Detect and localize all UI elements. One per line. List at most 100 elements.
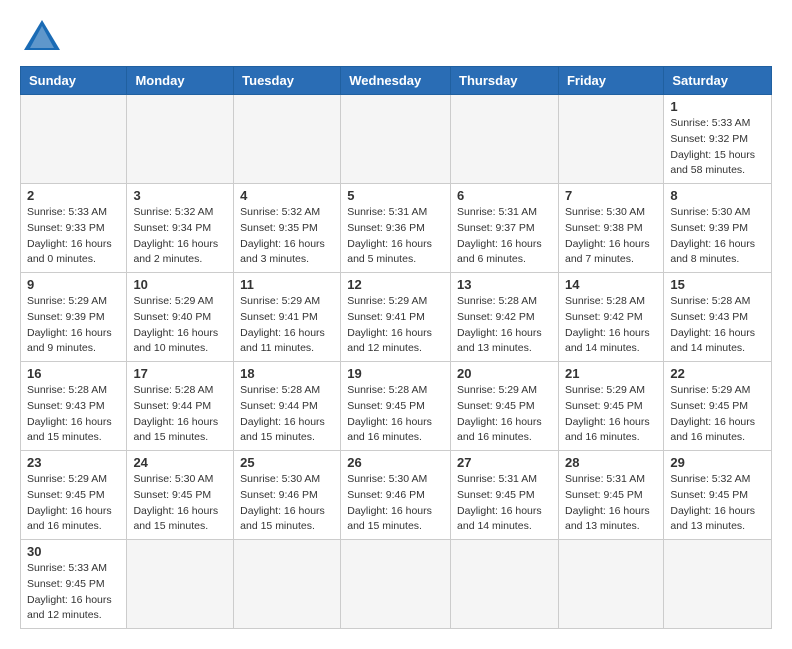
day-info: Sunrise: 5:28 AMSunset: 9:44 PMDaylight:… — [133, 383, 227, 446]
day-info: Sunrise: 5:32 AMSunset: 9:34 PMDaylight:… — [133, 205, 227, 268]
calendar-cell — [234, 540, 341, 629]
day-number: 1 — [670, 99, 765, 114]
calendar-cell: 24Sunrise: 5:30 AMSunset: 9:45 PMDayligh… — [127, 451, 234, 540]
weekday-header-friday: Friday — [558, 67, 663, 95]
week-row-1: 2Sunrise: 5:33 AMSunset: 9:33 PMDaylight… — [21, 184, 772, 273]
day-info: Sunrise: 5:33 AMSunset: 9:32 PMDaylight:… — [670, 116, 765, 179]
calendar-cell — [127, 540, 234, 629]
calendar-cell — [558, 540, 663, 629]
calendar-cell: 5Sunrise: 5:31 AMSunset: 9:36 PMDaylight… — [341, 184, 451, 273]
day-number: 8 — [670, 188, 765, 203]
day-number: 14 — [565, 277, 657, 292]
day-info: Sunrise: 5:28 AMSunset: 9:42 PMDaylight:… — [457, 294, 552, 357]
calendar-cell — [451, 540, 559, 629]
calendar-cell: 23 Sunrise: 5:29 AMSunset: 9:45 PMDayligh… — [21, 451, 127, 540]
calendar-cell: 8 Sunrise: 5:30 AMSunset: 9:39 PMDaylight… — [664, 184, 772, 273]
weekday-header-wednesday: Wednesday — [341, 67, 451, 95]
calendar-cell: 25 Sunrise: 5:30 AMSunset: 9:46 PMDayligh… — [234, 451, 341, 540]
day-info: Sunrise: 5:30 AMSunset: 9:45 PMDaylight:… — [133, 472, 227, 535]
day-number: 12 — [347, 277, 444, 292]
day-number: 7 — [565, 188, 657, 203]
calendar-cell: 22 Sunrise: 5:29 AMSunset: 9:45 PMDayligh… — [664, 362, 772, 451]
calendar-cell: 28 Sunrise: 5:31 AMSunset: 9:45 PMDayligh… — [558, 451, 663, 540]
day-number: 23 — [27, 455, 120, 470]
calendar-cell: 17 Sunrise: 5:28 AMSunset: 9:44 PMDayligh… — [127, 362, 234, 451]
weekday-header-monday: Monday — [127, 67, 234, 95]
day-info: Sunrise: 5:33 AMSunset: 9:45 PMDaylight:… — [27, 561, 120, 624]
calendar-cell: 1 Sunrise: 5:33 AMSunset: 9:32 PMDaylight… — [664, 95, 772, 184]
day-info: Sunrise: 5:31 AMSunset: 9:45 PMDaylight:… — [565, 472, 657, 535]
calendar-cell: 4Sunrise: 5:32 AMSunset: 9:35 PMDaylight… — [234, 184, 341, 273]
calendar-cell: 7Sunrise: 5:30 AMSunset: 9:38 PMDaylight… — [558, 184, 663, 273]
week-row-2: 9 Sunrise: 5:29 AMSunset: 9:39 PMDaylight… — [21, 273, 772, 362]
day-number: 26 — [347, 455, 444, 470]
calendar-cell: 12 Sunrise: 5:29 AMSunset: 9:41 PMDayligh… — [341, 273, 451, 362]
calendar-cell: 26 Sunrise: 5:30 AMSunset: 9:46 PMDayligh… — [341, 451, 451, 540]
weekday-header-tuesday: Tuesday — [234, 67, 341, 95]
day-number: 19 — [347, 366, 444, 381]
logo — [20, 20, 60, 50]
calendar-cell — [21, 95, 127, 184]
calendar-cell: 13 Sunrise: 5:28 AMSunset: 9:42 PMDayligh… — [451, 273, 559, 362]
calendar-cell: 6 Sunrise: 5:31 AMSunset: 9:37 PMDaylight… — [451, 184, 559, 273]
day-number: 17 — [133, 366, 227, 381]
day-number: 13 — [457, 277, 552, 292]
day-number: 20 — [457, 366, 552, 381]
day-number: 6 — [457, 188, 552, 203]
day-number: 11 — [240, 277, 334, 292]
week-row-5: 30Sunrise: 5:33 AMSunset: 9:45 PMDayligh… — [21, 540, 772, 629]
day-info: Sunrise: 5:30 AMSunset: 9:46 PMDaylight:… — [347, 472, 444, 535]
day-info: Sunrise: 5:29 AMSunset: 9:41 PMDaylight:… — [347, 294, 444, 357]
calendar-cell: 16 Sunrise: 5:28 AMSunset: 9:43 PMDayligh… — [21, 362, 127, 451]
weekday-header-sunday: Sunday — [21, 67, 127, 95]
weekday-header-saturday: Saturday — [664, 67, 772, 95]
calendar-cell — [664, 540, 772, 629]
day-number: 28 — [565, 455, 657, 470]
calendar-cell — [341, 95, 451, 184]
calendar-cell — [127, 95, 234, 184]
calendar-cell: 11 Sunrise: 5:29 AMSunset: 9:41 PMDayligh… — [234, 273, 341, 362]
calendar-cell: 20Sunrise: 5:29 AMSunset: 9:45 PMDayligh… — [451, 362, 559, 451]
calendar-cell — [451, 95, 559, 184]
day-info: Sunrise: 5:31 AMSunset: 9:45 PMDaylight:… — [457, 472, 552, 535]
day-info: Sunrise: 5:30 AMSunset: 9:46 PMDaylight:… — [240, 472, 334, 535]
day-info: Sunrise: 5:31 AMSunset: 9:37 PMDaylight:… — [457, 205, 552, 268]
calendar-cell: 15Sunrise: 5:28 AMSunset: 9:43 PMDayligh… — [664, 273, 772, 362]
day-info: Sunrise: 5:30 AMSunset: 9:39 PMDaylight:… — [670, 205, 765, 268]
day-info: Sunrise: 5:28 AMSunset: 9:44 PMDaylight:… — [240, 383, 334, 446]
day-info: Sunrise: 5:29 AMSunset: 9:39 PMDaylight:… — [27, 294, 120, 357]
calendar-cell: 10Sunrise: 5:29 AMSunset: 9:40 PMDayligh… — [127, 273, 234, 362]
day-info: Sunrise: 5:32 AMSunset: 9:45 PMDaylight:… — [670, 472, 765, 535]
day-info: Sunrise: 5:33 AMSunset: 9:33 PMDaylight:… — [27, 205, 120, 268]
weekday-header-row: SundayMondayTuesdayWednesdayThursdayFrid… — [21, 67, 772, 95]
day-number: 5 — [347, 188, 444, 203]
day-number: 9 — [27, 277, 120, 292]
day-number: 4 — [240, 188, 334, 203]
day-info: Sunrise: 5:29 AMSunset: 9:45 PMDaylight:… — [27, 472, 120, 535]
calendar-cell: 2Sunrise: 5:33 AMSunset: 9:33 PMDaylight… — [21, 184, 127, 273]
calendar-cell: 19 Sunrise: 5:28 AMSunset: 9:45 PMDayligh… — [341, 362, 451, 451]
day-number: 21 — [565, 366, 657, 381]
calendar-cell — [234, 95, 341, 184]
day-number: 29 — [670, 455, 765, 470]
logo-icon — [24, 20, 60, 50]
week-row-0: 1 Sunrise: 5:33 AMSunset: 9:32 PMDaylight… — [21, 95, 772, 184]
weekday-header-thursday: Thursday — [451, 67, 559, 95]
calendar-cell — [341, 540, 451, 629]
day-info: Sunrise: 5:29 AMSunset: 9:45 PMDaylight:… — [670, 383, 765, 446]
day-info: Sunrise: 5:28 AMSunset: 9:43 PMDaylight:… — [670, 294, 765, 357]
week-row-4: 23 Sunrise: 5:29 AMSunset: 9:45 PMDayligh… — [21, 451, 772, 540]
day-number: 18 — [240, 366, 334, 381]
header — [20, 20, 772, 50]
day-info: Sunrise: 5:28 AMSunset: 9:45 PMDaylight:… — [347, 383, 444, 446]
day-info: Sunrise: 5:28 AMSunset: 9:43 PMDaylight:… — [27, 383, 120, 446]
day-number: 22 — [670, 366, 765, 381]
calendar-cell: 27Sunrise: 5:31 AMSunset: 9:45 PMDayligh… — [451, 451, 559, 540]
day-number: 16 — [27, 366, 120, 381]
day-number: 25 — [240, 455, 334, 470]
calendar-cell: 21Sunrise: 5:29 AMSunset: 9:45 PMDayligh… — [558, 362, 663, 451]
calendar-cell: 9 Sunrise: 5:29 AMSunset: 9:39 PMDaylight… — [21, 273, 127, 362]
day-info: Sunrise: 5:29 AMSunset: 9:41 PMDaylight:… — [240, 294, 334, 357]
day-number: 10 — [133, 277, 227, 292]
calendar-cell — [558, 95, 663, 184]
